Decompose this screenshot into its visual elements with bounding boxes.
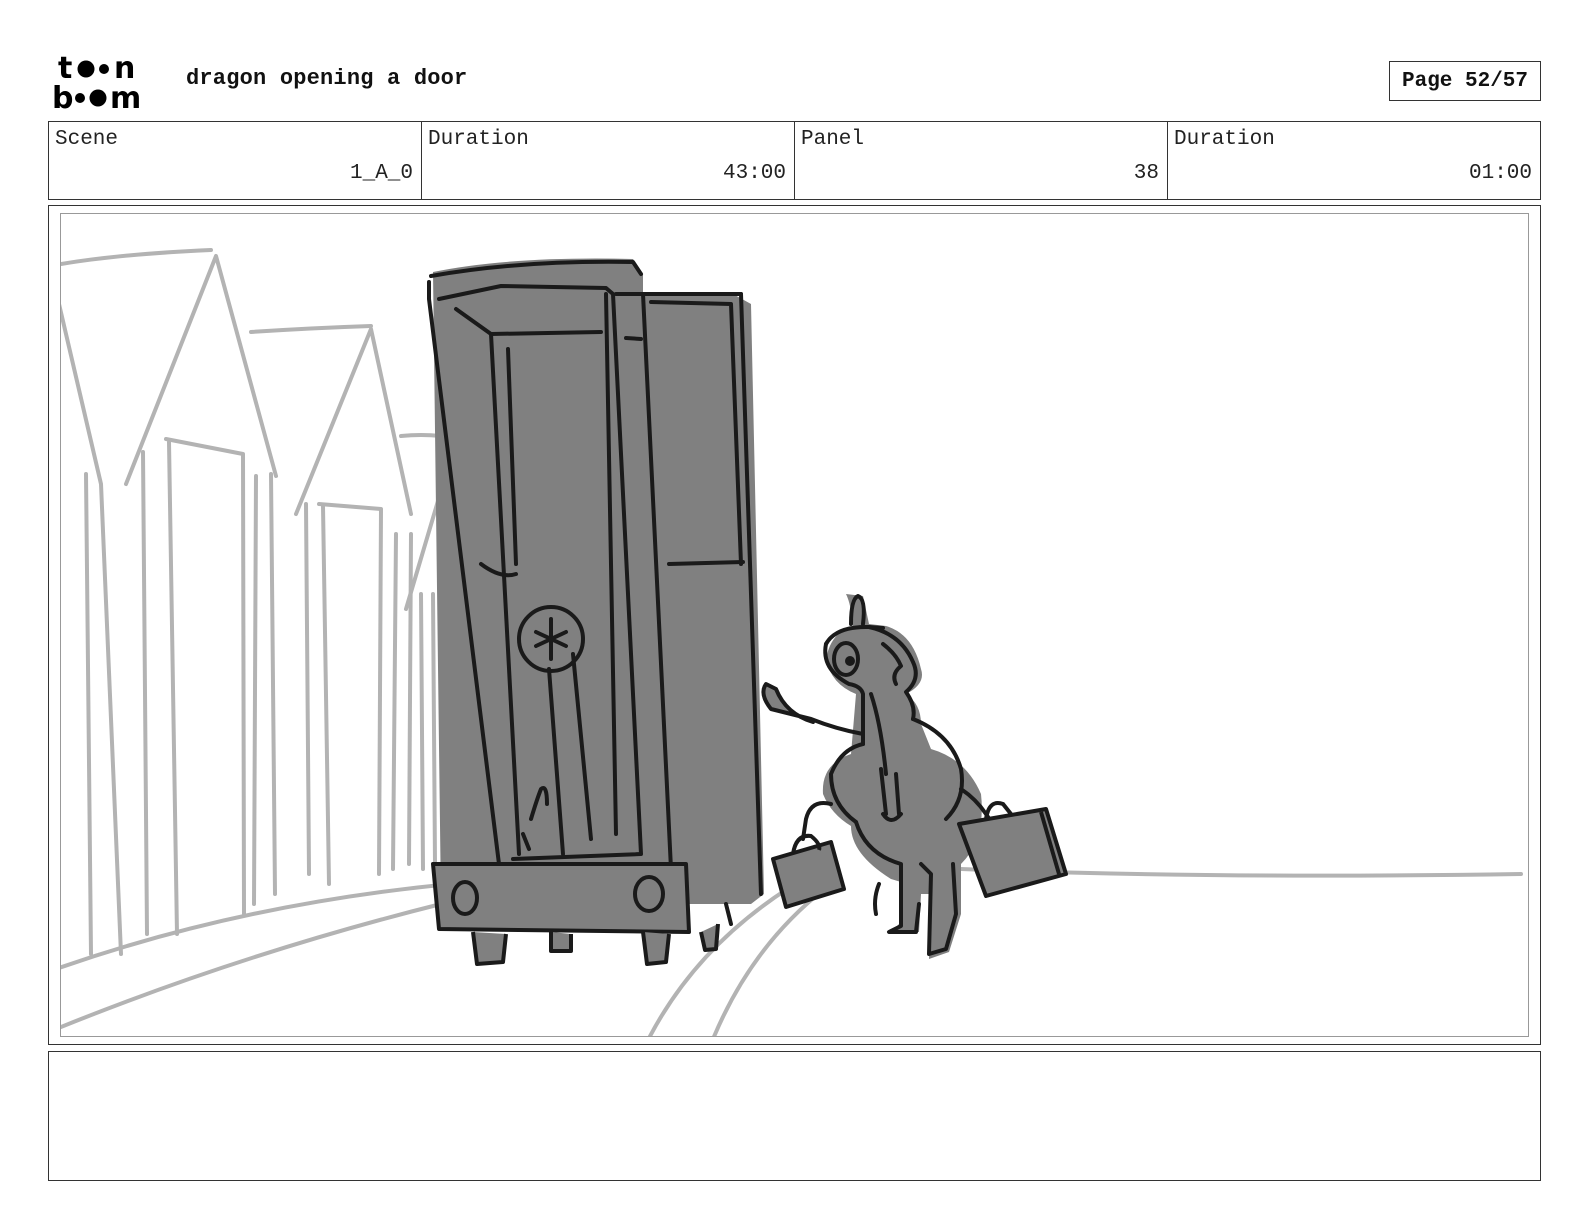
page-number: Page 52/57 — [1401, 69, 1529, 93]
scene-label: Scene — [55, 128, 119, 151]
panel-duration-label: Duration — [1174, 128, 1275, 151]
toon-boom-logo: t n b m — [52, 51, 164, 116]
panel-label: Panel — [801, 128, 865, 151]
scene-value: 1_A_0 — [349, 162, 413, 185]
scene-duration-value: 43:00 — [722, 162, 786, 185]
scene-duration-cell: Duration 43:00 — [421, 122, 794, 199]
panel-notes — [48, 1051, 1541, 1181]
panel-cell: Panel 38 — [794, 122, 1167, 199]
toon-boom-logo-icon: t n b m — [52, 51, 141, 116]
panel-value: 38 — [1133, 162, 1159, 185]
storyboard-panel — [48, 205, 1541, 1045]
svg-text:m: m — [110, 81, 141, 112]
scene-info-table: Scene 1_A_0 Duration 43:00 Panel 38 Dura… — [48, 121, 1541, 200]
door-cabinet — [427, 258, 764, 966]
panel-image-area — [60, 213, 1529, 1037]
document-title: dragon opening a door — [186, 66, 468, 91]
scene-cell: Scene 1_A_0 — [49, 122, 421, 199]
scene-duration-label: Duration — [428, 128, 529, 151]
background-buildings — [61, 248, 1523, 1036]
storyboard-sketch — [61, 248, 1523, 1036]
panel-duration-value: 01:00 — [1468, 162, 1532, 185]
panel-duration-cell: Duration 01:00 — [1167, 122, 1540, 199]
page-indicator: Page 52/57 — [1389, 61, 1541, 101]
svg-text:b: b — [52, 81, 73, 112]
